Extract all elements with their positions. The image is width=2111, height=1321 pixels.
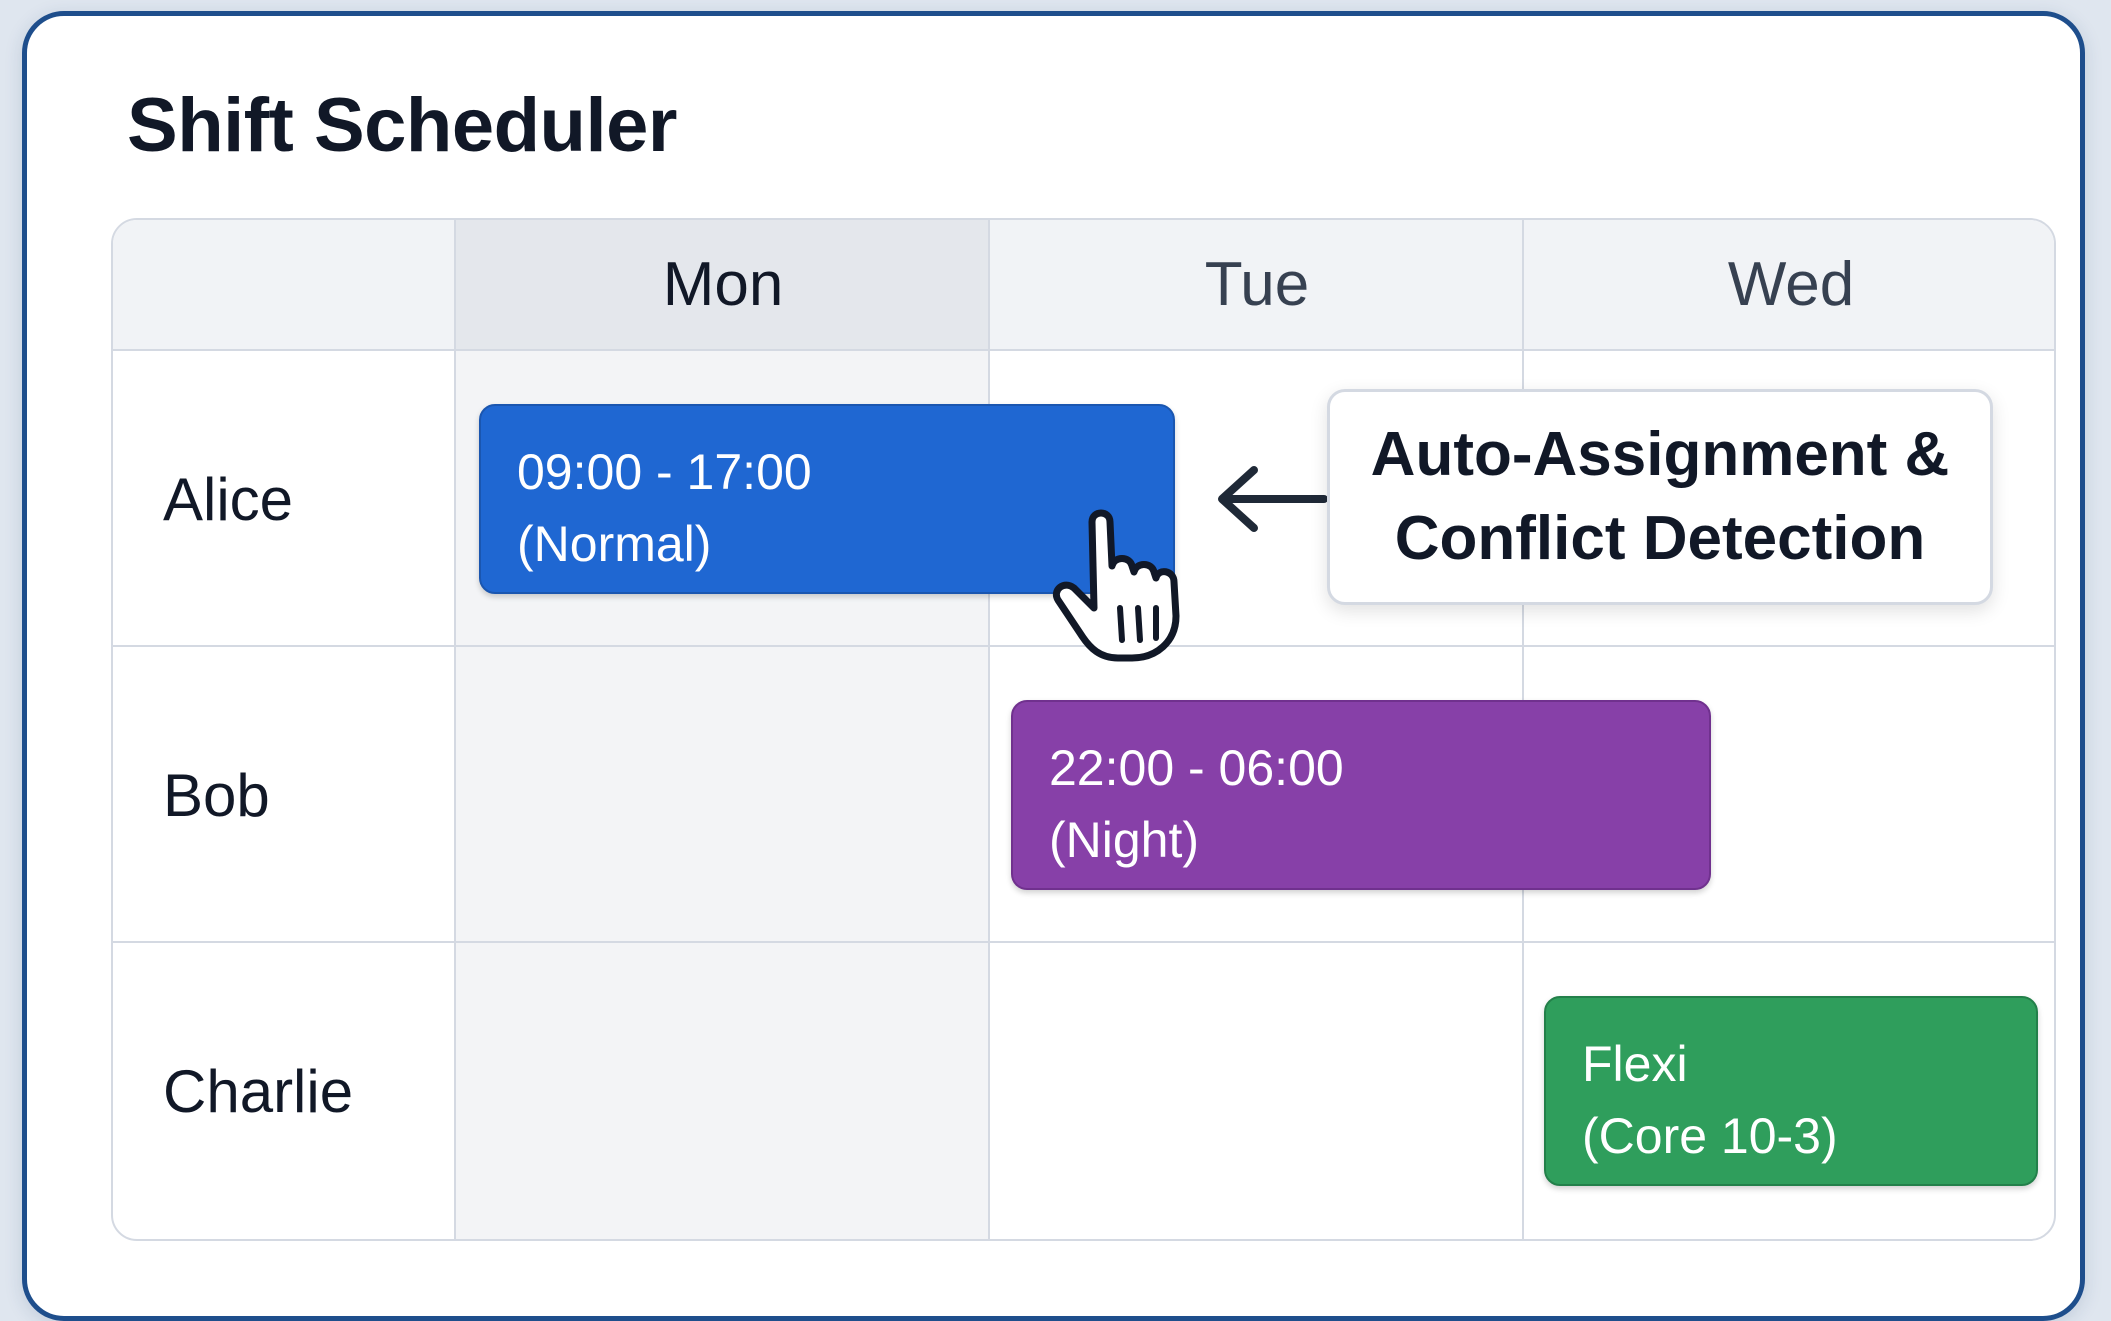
- shift-block-charlie-flexi[interactable]: Flexi (Core 10-3): [1544, 996, 2038, 1186]
- grid-divider: [113, 941, 2054, 943]
- scheduler-window: Shift Scheduler Mon Tue Wed Alice Bob Ch…: [22, 11, 2085, 1321]
- shift-type: (Normal): [517, 516, 712, 572]
- callout-line: Conflict Detection: [1394, 504, 1926, 573]
- shift-type: (Core 10-3): [1582, 1108, 1838, 1164]
- employee-name-alice: Alice: [163, 466, 294, 533]
- day-label: Wed: [1727, 250, 1855, 319]
- shift-type: (Night): [1049, 812, 1200, 868]
- shift-time: Flexi: [1582, 1036, 1688, 1092]
- shift-block-bob-night[interactable]: 22:00 - 06:00 (Night): [1011, 700, 1711, 890]
- shift-time: 22:00 - 06:00: [1049, 740, 1344, 796]
- arrow-left-icon: [1218, 466, 1328, 532]
- grid-divider: [454, 220, 456, 1239]
- day-header-mon[interactable]: Mon: [456, 220, 990, 349]
- day-header-tue[interactable]: Tue: [990, 220, 1524, 349]
- day-header-wed[interactable]: Wed: [1524, 220, 2054, 349]
- schedule-grid: Mon Tue Wed Alice Bob Charlie 09:00 - 17…: [111, 218, 2056, 1241]
- employee-name-bob: Bob: [163, 762, 270, 829]
- feature-callout: Auto-Assignment & Conflict Detection: [1327, 389, 1993, 605]
- employee-name-charlie: Charlie: [163, 1058, 354, 1125]
- callout-line: Auto-Assignment &: [1370, 420, 1950, 489]
- day-label: Tue: [1204, 250, 1310, 319]
- callout-text: Auto-Assignment & Conflict Detection: [1371, 413, 1950, 581]
- hand-pointer-icon: [1053, 509, 1180, 662]
- page-title: Shift Scheduler: [127, 83, 677, 168]
- shift-time: 09:00 - 17:00: [517, 444, 812, 500]
- grid-divider: [988, 220, 990, 1239]
- day-label: Mon: [662, 250, 784, 319]
